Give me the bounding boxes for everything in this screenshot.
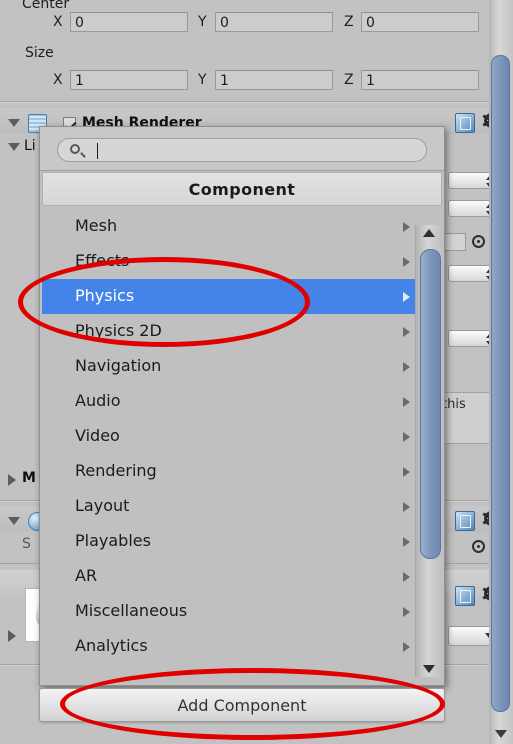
target-picker-icon-2[interactable] (472, 540, 485, 553)
divider (0, 102, 489, 103)
foldout-triangle-right-icon-3[interactable] (8, 630, 16, 642)
submenu-arrow-icon (403, 397, 410, 407)
submenu-arrow-icon (403, 362, 410, 372)
center-x-axis-label: X (53, 14, 63, 30)
submenu-arrow-icon (403, 222, 410, 232)
menu-item-video[interactable]: Video (42, 419, 442, 454)
object-field-1[interactable] (444, 233, 466, 251)
submenu-arrow-icon (403, 502, 410, 512)
search-bar-container (40, 127, 444, 171)
submenu-arrow-icon (403, 642, 410, 652)
component-title-lighting: Li (24, 138, 36, 154)
center-z-field[interactable]: 0 (361, 12, 479, 32)
size-x-axis-label: X (53, 72, 63, 88)
component-subtitle-shader: S (22, 536, 31, 552)
menu-item-label: Layout (75, 496, 130, 515)
menu-item-label: Physics (75, 286, 135, 305)
submenu-arrow-icon (403, 607, 410, 617)
foldout-triangle-down-icon-lighting[interactable] (8, 143, 20, 151)
menu-item-physics[interactable]: Physics (42, 279, 442, 314)
search-input[interactable] (57, 138, 427, 162)
menu-item-rendering[interactable]: Rendering (42, 454, 442, 489)
menu-title: Component (42, 172, 442, 206)
menu-item-playables[interactable]: Playables (42, 524, 442, 559)
foldout-triangle-down-icon[interactable] (8, 119, 20, 127)
center-y-field[interactable]: 0 (215, 12, 333, 32)
menu-item-label: Effects (75, 251, 130, 270)
size-y-axis-label: Y (198, 72, 207, 88)
menu-item-layout[interactable]: Layout (42, 489, 442, 524)
menu-scrollbar-thumb[interactable] (420, 249, 441, 559)
size-x-field[interactable]: 1 (70, 70, 188, 90)
menu-item-label: Mesh (75, 216, 118, 235)
size-label: Size (25, 45, 54, 61)
menu-item-navigation[interactable]: Navigation (42, 349, 442, 384)
menu-item-label: Miscellaneous (75, 601, 188, 620)
submenu-arrow-icon (403, 292, 410, 302)
target-picker-icon[interactable] (472, 235, 485, 248)
size-z-axis-label: Z (344, 72, 354, 88)
menu-item-physics-2d[interactable]: Physics 2D (42, 314, 442, 349)
foldout-triangle-down-icon-2[interactable] (8, 517, 20, 525)
menu-item-label: AR (75, 566, 98, 585)
scroll-down-arrow-icon[interactable] (495, 730, 507, 738)
help-icon-2[interactable] (455, 511, 475, 531)
submenu-arrow-icon (403, 467, 410, 477)
scroll-down-arrow-icon[interactable] (423, 665, 435, 673)
search-icon (70, 144, 80, 154)
center-x-field[interactable]: 0 (70, 12, 188, 32)
menu-item-analytics[interactable]: Analytics (42, 629, 442, 664)
size-y-field[interactable]: 1 (215, 70, 333, 90)
menu-item-effects[interactable]: Effects (42, 244, 442, 279)
submenu-arrow-icon (403, 572, 410, 582)
help-icon[interactable] (455, 113, 475, 133)
menu-item-label: Video (75, 426, 120, 445)
submenu-arrow-icon (403, 432, 410, 442)
menu-item-miscellaneous[interactable]: Miscellaneous (42, 594, 442, 629)
menu-item-label: Analytics (75, 636, 148, 655)
scroll-up-arrow-icon[interactable] (423, 229, 435, 237)
menu-item-label: Playables (75, 531, 151, 550)
menu-item-label: Audio (75, 391, 121, 410)
submenu-arrow-icon (403, 327, 410, 337)
menu-item-ar[interactable]: AR (42, 559, 442, 594)
center-label: Center (22, 0, 70, 12)
add-component-button[interactable]: Add Component (39, 688, 445, 722)
menu-item-audio[interactable]: Audio (42, 384, 442, 419)
text-caret (97, 143, 98, 159)
menu-item-mesh[interactable]: Mesh (42, 209, 442, 244)
menu-item-label: Rendering (75, 461, 157, 480)
help-icon-3[interactable] (455, 586, 475, 606)
center-z-axis-label: Z (344, 14, 354, 30)
component-popup-menu[interactable]: Component Mesh Effects Physics Physics 2… (39, 126, 445, 686)
inspector-scrollbar-track[interactable] (489, 0, 513, 744)
component-category-list: Mesh Effects Physics Physics 2D Navigati… (42, 209, 442, 679)
inspector-scrollbar-thumb[interactable] (491, 55, 510, 712)
submenu-arrow-icon (403, 537, 410, 547)
menu-item-label: Physics 2D (75, 321, 162, 340)
center-y-axis-label: Y (198, 14, 207, 30)
size-z-field[interactable]: 1 (361, 70, 479, 90)
submenu-arrow-icon (403, 257, 410, 267)
menu-item-label: Navigation (75, 356, 162, 375)
component-title-materials: M (22, 470, 36, 486)
menu-scrollbar-track[interactable] (415, 225, 442, 677)
foldout-triangle-right-icon-materials[interactable] (8, 474, 16, 486)
